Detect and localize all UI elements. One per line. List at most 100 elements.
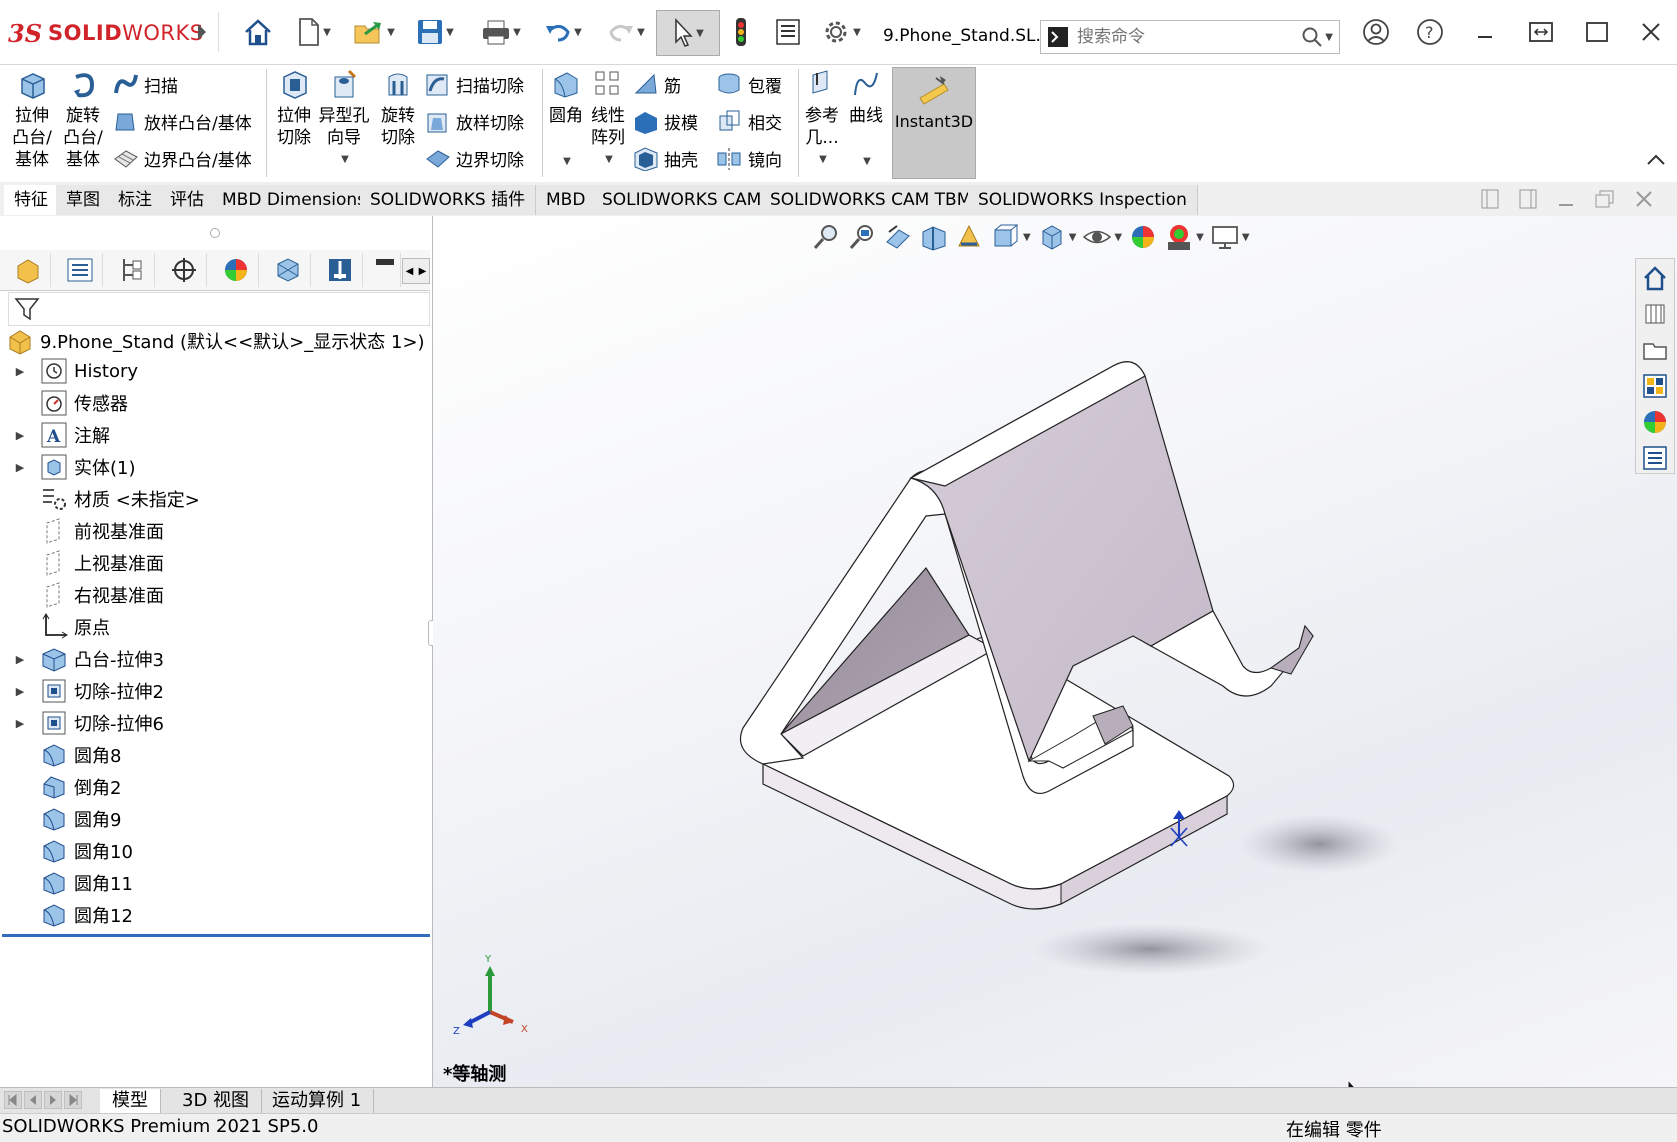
home-icon[interactable] <box>240 14 276 50</box>
tree-item[interactable]: 圆角9 <box>0 804 121 834</box>
reference-geometry-button[interactable]: 参考 几... ▼ <box>802 69 842 171</box>
command-search-box[interactable]: ▼ <box>1040 20 1340 54</box>
previous-tab-icon[interactable] <box>24 1091 42 1109</box>
appearances-icon[interactable] <box>1640 407 1670 437</box>
options-gear-icon[interactable]: ▼ <box>816 14 866 50</box>
bottom-tab-2[interactable]: 运动算例 1 <box>260 1089 375 1113</box>
feature-manager-tab-icon[interactable] <box>6 253 51 287</box>
tree-item[interactable]: ▶ 切除-拉伸6 <box>0 708 164 738</box>
command-tab-6[interactable]: MBD <box>536 185 597 215</box>
command-tab-3[interactable]: 评估 <box>160 185 215 215</box>
first-tab-icon[interactable] <box>4 1091 22 1109</box>
new-document-icon[interactable]: ▼ <box>290 14 338 50</box>
expand-menu-arrow-icon[interactable] <box>190 14 214 50</box>
command-tab-2[interactable]: 标注 <box>108 185 163 215</box>
linear-pattern-dropdown-icon[interactable]: ▼ <box>590 149 628 171</box>
curves-dropdown-icon[interactable]: ▼ <box>846 151 888 173</box>
panel-grip-icon[interactable] <box>210 228 220 238</box>
restore-toggle-icon[interactable] <box>1524 14 1558 50</box>
hole-wizard-dropdown-icon[interactable]: ▼ <box>320 149 370 171</box>
extrude-cut-button[interactable]: 拉伸 切除 <box>272 69 316 149</box>
expand-arrow-icon[interactable]: ▶ <box>12 685 28 698</box>
tab-scroll-arrows[interactable]: ◀ ▶ <box>402 258 430 284</box>
cam-tool-tab-icon[interactable] <box>370 253 401 287</box>
file-properties-icon[interactable] <box>772 14 804 50</box>
close-window-icon[interactable] <box>1636 14 1666 50</box>
command-tab-8[interactable]: SOLIDWORKS CAM TBM <box>760 185 983 215</box>
tab-nav-arrows[interactable] <box>4 1091 82 1109</box>
sweep-button[interactable]: 扫描 <box>112 71 178 97</box>
configuration-manager-tab-icon[interactable] <box>110 253 155 287</box>
collapse-ribbon-icon[interactable] <box>1646 151 1666 170</box>
tree-item[interactable]: 材质 <未指定> <box>0 484 200 514</box>
command-tab-5[interactable]: SOLIDWORKS 插件 <box>360 185 537 215</box>
tree-item[interactable]: 圆角8 <box>0 740 121 770</box>
solidworks-resources-icon[interactable] <box>1640 263 1670 293</box>
tree-item[interactable]: 原点 <box>0 612 110 642</box>
tree-item[interactable]: 右视基准面 <box>0 580 164 610</box>
command-tab-0[interactable]: 特征 <box>4 185 59 215</box>
viewport-restore-icon[interactable] <box>1594 188 1616 210</box>
bottom-tab-0[interactable]: 模型 <box>100 1089 161 1113</box>
loft-boss-button[interactable]: 放样凸台/基体 <box>112 108 252 134</box>
intersect-button[interactable]: 相交 <box>716 108 782 134</box>
boundary-boss-button[interactable]: 边界凸台/基体 <box>112 145 252 171</box>
revolve-boss-button[interactable]: 旋转 凸台/ 基体 <box>60 69 106 171</box>
graphics-area[interactable]: ▼ ▼ ▼ ▼ ▼ Y X Z <box>433 216 1677 1107</box>
expand-arrow-icon[interactable]: ▶ <box>12 429 28 442</box>
shell-button[interactable]: 抽壳 <box>632 145 698 171</box>
bottom-tab-1[interactable]: 3D 视图 <box>170 1089 263 1113</box>
tree-item[interactable]: 上视基准面 <box>0 548 164 578</box>
tree-item[interactable]: ▶ History <box>0 356 138 386</box>
design-library-icon[interactable] <box>1640 299 1670 329</box>
hole-wizard-button[interactable]: 异型孔 向导 ▼ <box>318 69 370 171</box>
view-palette-icon[interactable] <box>1640 371 1670 401</box>
save-icon[interactable]: ▼ <box>410 14 460 50</box>
tree-item[interactable]: 前视基准面 <box>0 516 164 546</box>
command-tab-9[interactable]: SOLIDWORKS Inspection <box>968 185 1198 215</box>
tree-item[interactable]: 圆角10 <box>0 836 133 866</box>
tree-item[interactable]: ▶ A 注解 <box>0 420 110 450</box>
draft-button[interactable]: 拔模 <box>632 108 698 134</box>
expand-arrow-icon[interactable]: ▶ <box>12 717 28 730</box>
curves-button[interactable]: 曲线 ▼ <box>844 69 888 173</box>
reference-triad-icon[interactable]: Y X Z <box>445 952 535 1042</box>
tree-item[interactable]: ▶ 实体(1) <box>0 452 136 482</box>
search-input[interactable] <box>1075 26 1279 48</box>
cam-feature-tab-icon[interactable] <box>266 253 311 287</box>
phone-stand-model[interactable] <box>433 216 1677 1089</box>
expand-arrow-icon[interactable]: ▶ <box>12 461 28 474</box>
tree-item[interactable]: 圆角12 <box>0 900 133 930</box>
property-manager-tab-icon[interactable] <box>58 253 103 287</box>
tree-item[interactable]: 传感器 <box>0 388 128 418</box>
lofted-cut-button[interactable]: 放样切除 <box>424 108 524 134</box>
cam-operation-tab-icon[interactable] <box>318 253 363 287</box>
rebuild-traffic-light-icon[interactable] <box>726 14 756 50</box>
maximize-window-icon[interactable] <box>1582 14 1612 50</box>
file-explorer-icon[interactable] <box>1640 335 1670 365</box>
wrap-button[interactable]: 包覆 <box>716 71 782 97</box>
open-document-icon[interactable]: ▼ <box>348 14 400 50</box>
command-tab-4[interactable]: MBD Dimensions <box>212 185 378 215</box>
dimxpert-tab-icon[interactable] <box>162 253 207 287</box>
fillet-dropdown-icon[interactable]: ▼ <box>548 151 586 173</box>
expand-arrow-icon[interactable]: ▶ <box>12 365 28 378</box>
search-icon[interactable]: ▼ <box>1301 26 1333 48</box>
viewport-close-icon[interactable] <box>1634 188 1654 210</box>
rollback-bar[interactable] <box>2 934 430 937</box>
select-pointer-icon[interactable]: ▼ <box>656 10 720 56</box>
tree-filter-bar[interactable] <box>8 292 430 326</box>
tree-item[interactable]: ▶ 切除-拉伸2 <box>0 676 164 706</box>
linear-pattern-button[interactable]: 线性 阵列 ▼ <box>588 69 628 171</box>
command-tab-1[interactable]: 草图 <box>56 185 111 215</box>
extrude-boss-button[interactable]: 拉伸 凸台/ 基体 <box>10 69 54 171</box>
solidworks-logo[interactable]: 3S SOLIDWORKS <box>8 18 204 48</box>
tile-right-icon[interactable] <box>1518 188 1538 210</box>
redo-icon[interactable]: ▼ <box>600 14 652 50</box>
reference-geometry-dropdown-icon[interactable]: ▼ <box>804 149 842 171</box>
last-tab-icon[interactable] <box>64 1091 82 1109</box>
custom-properties-icon[interactable] <box>1640 443 1670 473</box>
filter-icon[interactable] <box>13 295 41 323</box>
tree-root[interactable]: 9.Phone_Stand (默认<<默认>_显示状态 1>) <box>6 326 425 356</box>
next-tab-icon[interactable] <box>44 1091 62 1109</box>
